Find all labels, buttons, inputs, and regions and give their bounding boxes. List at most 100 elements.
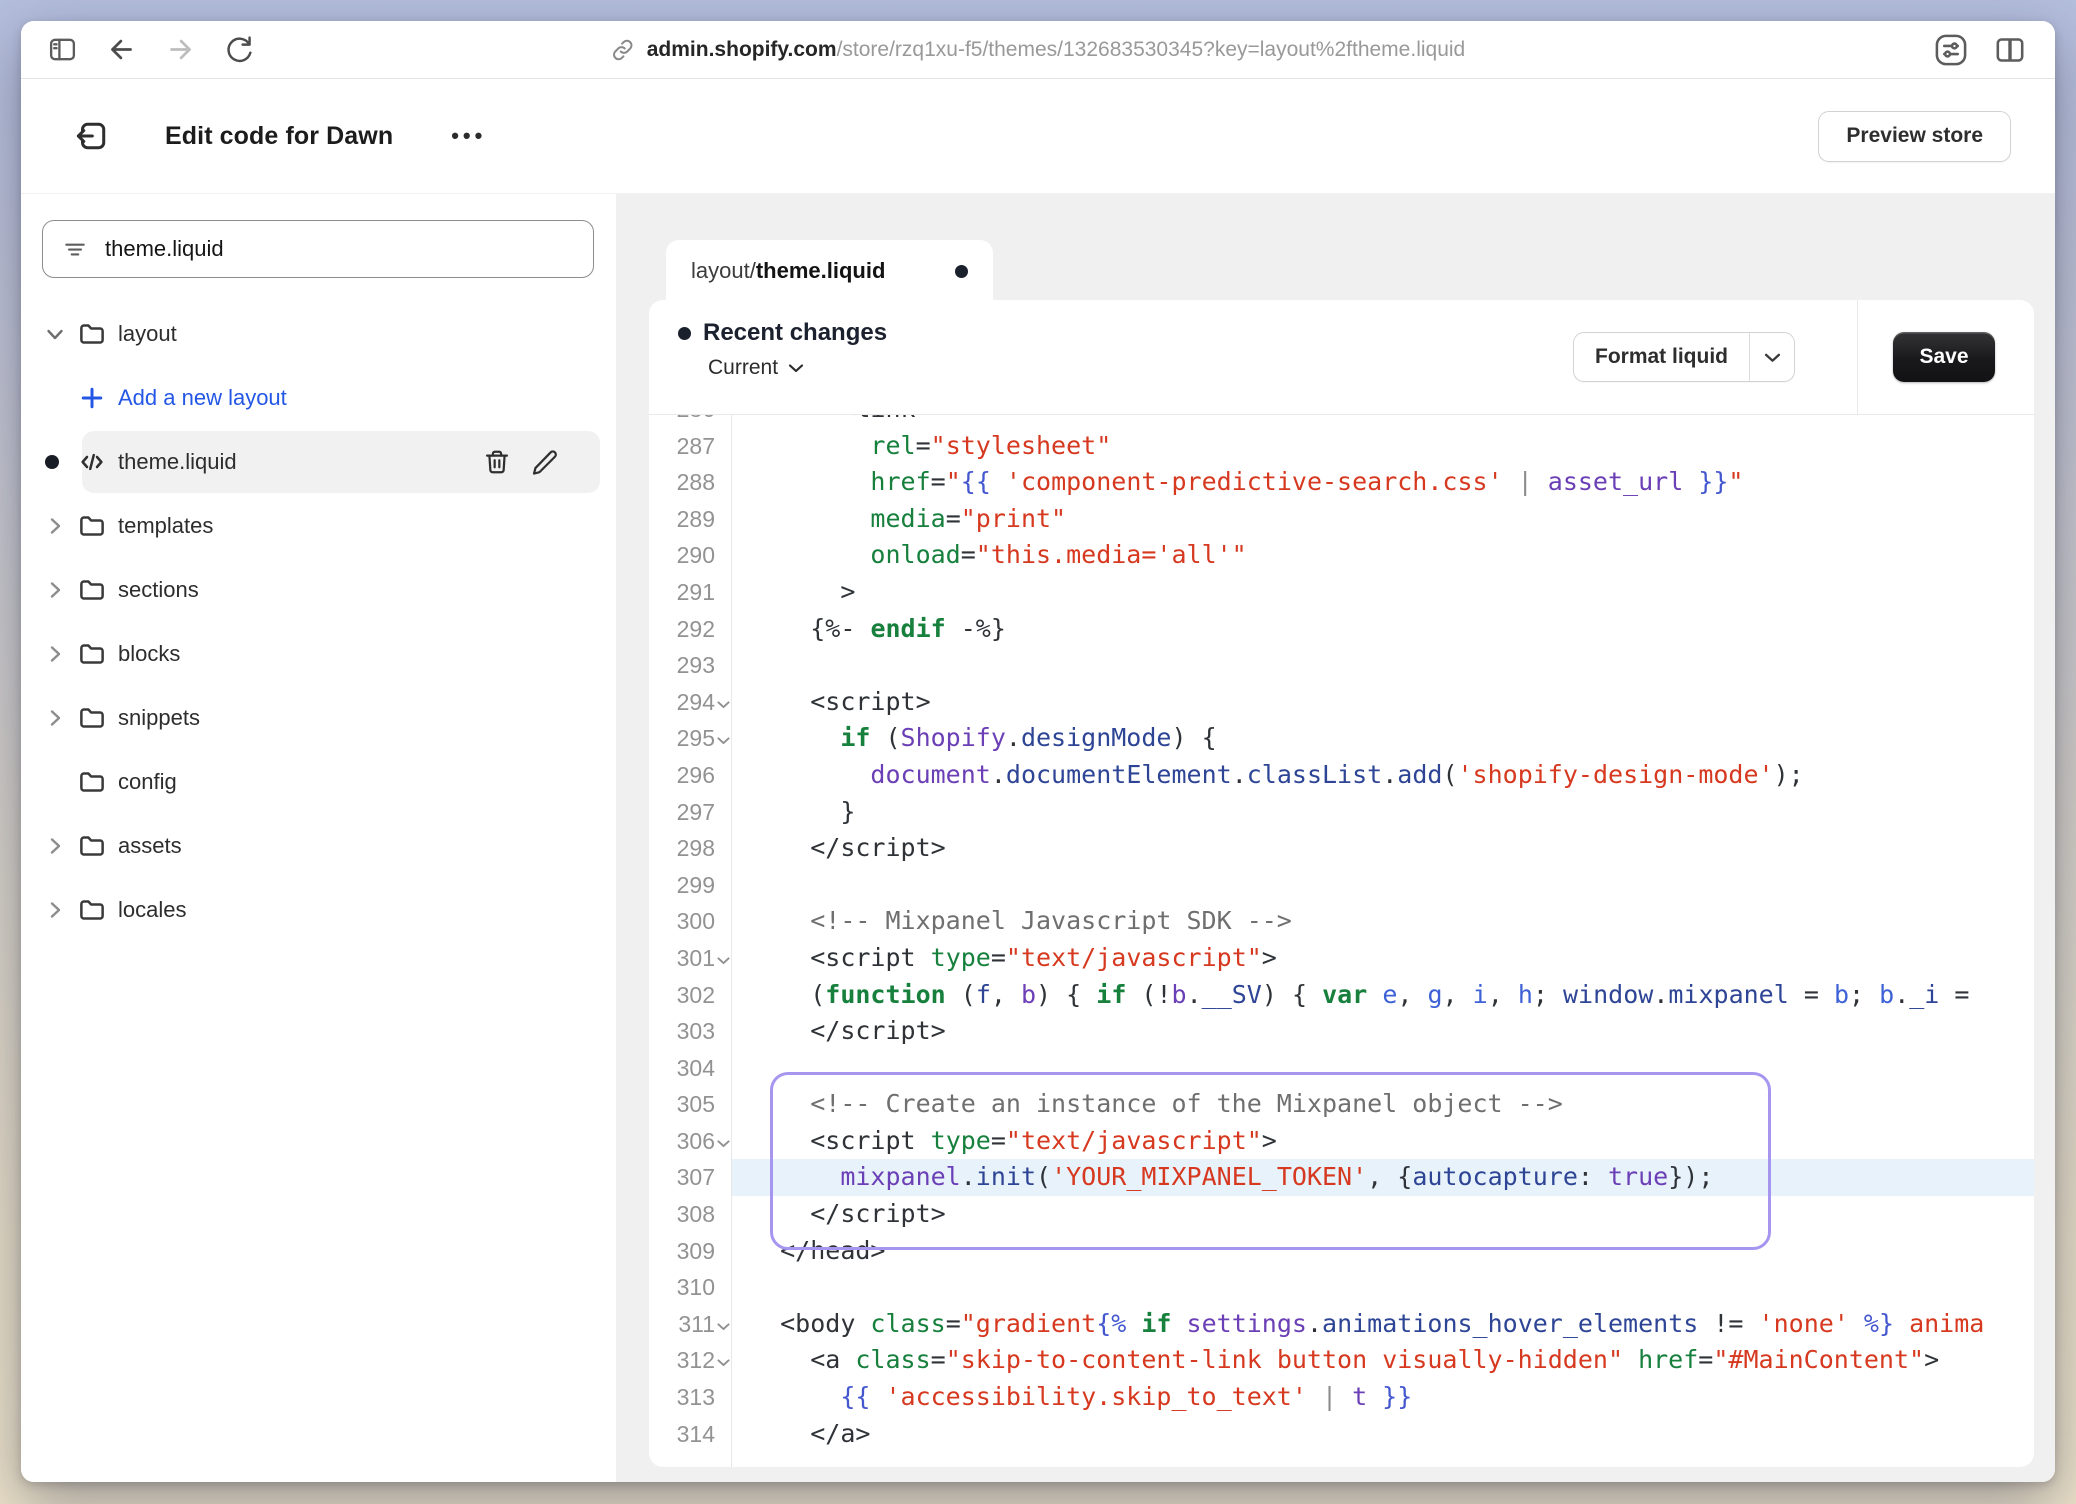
code-line[interactable]: 289 media="print" xyxy=(649,501,2034,538)
code-line-text[interactable]: <!-- Create an instance of the Mixpanel … xyxy=(731,1086,2034,1123)
code-line[interactable]: 297 } xyxy=(649,794,2034,831)
code-line-text[interactable]: href="{{ 'component-predictive-search.cs… xyxy=(731,464,2034,501)
sliders-icon[interactable] xyxy=(1933,32,1969,68)
sidebar-item-add-a-new-layout[interactable]: Add a new layout xyxy=(21,366,616,430)
code-line-text[interactable]: <a class="skip-to-content-link button vi… xyxy=(731,1342,2034,1379)
sidebar-item-sections[interactable]: sections xyxy=(21,558,616,622)
sidebar-item-layout[interactable]: layout xyxy=(21,302,616,366)
code-line[interactable]: 290 onload="this.media='all'" xyxy=(649,537,2034,574)
code-line[interactable]: 299 xyxy=(649,867,2034,904)
code-line-text[interactable]: </a> xyxy=(731,1416,2034,1453)
reload-icon[interactable] xyxy=(224,34,255,65)
code-line[interactable]: 313 {{ 'accessibility.skip_to_text' | t … xyxy=(649,1379,2034,1416)
fold-toggle-icon[interactable] xyxy=(716,736,731,746)
exit-code-editor-button[interactable] xyxy=(73,116,113,156)
code-line[interactable]: 308 </script> xyxy=(649,1196,2034,1233)
code-line[interactable]: 304 xyxy=(649,1050,2034,1087)
save-button[interactable]: Save xyxy=(1893,332,1995,382)
sidebar-item-snippets[interactable]: snippets xyxy=(21,686,616,750)
code-editor[interactable]: 286 <link287 rel="stylesheet"288 href="{… xyxy=(649,415,2034,1467)
code-line[interactable]: 305 <!-- Create an instance of the Mixpa… xyxy=(649,1086,2034,1123)
format-liquid-button[interactable]: Format liquid xyxy=(1574,333,1749,381)
code-line-text[interactable]: {{ 'accessibility.skip_to_text' | t }} xyxy=(731,1379,2034,1416)
code-line-text[interactable]: </head> xyxy=(731,1233,2034,1270)
code-line[interactable]: 310 xyxy=(649,1269,2034,1306)
code-line[interactable]: 309 </head> xyxy=(649,1233,2034,1270)
back-icon[interactable] xyxy=(106,34,137,65)
split-view-icon[interactable] xyxy=(1993,33,2027,67)
chevron-down-icon[interactable] xyxy=(43,322,67,346)
code-line-text[interactable]: </script> xyxy=(731,830,2034,867)
code-line[interactable]: 286 <link xyxy=(649,415,2034,428)
code-line-text[interactable]: </script> xyxy=(731,1196,2034,1233)
code-line-text[interactable] xyxy=(731,1050,2034,1087)
code-line[interactable]: 314 </a> xyxy=(649,1416,2034,1453)
tab-layout-theme-liquid[interactable]: layout/theme.liquid xyxy=(666,240,993,302)
code-line[interactable]: 295 if (Shopify.designMode) { xyxy=(649,720,2034,757)
code-line-text[interactable]: <!-- Mixpanel Javascript SDK --> xyxy=(731,903,2034,940)
code-line[interactable]: 296 document.documentElement.classList.a… xyxy=(649,757,2034,794)
code-line[interactable]: 288 href="{{ 'component-predictive-searc… xyxy=(649,464,2034,501)
code-line[interactable]: 291 > xyxy=(649,574,2034,611)
chevron-right-icon[interactable] xyxy=(43,514,67,538)
chevron-right-icon[interactable] xyxy=(43,834,67,858)
code-line-text[interactable]: media="print" xyxy=(731,501,2034,538)
sidebar-item-templates[interactable]: templates xyxy=(21,494,616,558)
code-line-text[interactable]: <script> xyxy=(731,684,2034,721)
sidebar-item-locales[interactable]: locales xyxy=(21,878,616,942)
file-search-input[interactable] xyxy=(103,235,574,263)
fold-toggle-icon[interactable] xyxy=(716,1139,731,1149)
format-liquid-dropdown[interactable] xyxy=(1750,333,1794,381)
code-line-text[interactable] xyxy=(731,867,2034,904)
code-line-text[interactable]: <script type="text/javascript"> xyxy=(731,1123,2034,1160)
code-line[interactable]: 287 rel="stylesheet" xyxy=(649,428,2034,465)
sidebar-item-config[interactable]: config xyxy=(21,750,616,814)
preview-store-button[interactable]: Preview store xyxy=(1818,111,2011,162)
code-line-text[interactable] xyxy=(731,1269,2034,1306)
code-line[interactable]: 301 <script type="text/javascript"> xyxy=(649,940,2034,977)
address-bar[interactable]: admin.shopify.com/store/rzq1xu-f5/themes… xyxy=(611,38,1465,62)
code-line-text[interactable]: document.documentElement.classList.add('… xyxy=(731,757,2034,794)
code-line-text[interactable]: mixpanel.init('YOUR_MIXPANEL_TOKEN', {au… xyxy=(731,1159,2034,1196)
code-line-text[interactable]: <body class="gradient{% if settings.anim… xyxy=(731,1306,2034,1343)
fold-toggle-icon[interactable] xyxy=(716,1358,731,1368)
code-line[interactable]: 292 {%- endif -%} xyxy=(649,611,2034,648)
delete-file-button[interactable] xyxy=(483,448,511,476)
code-line[interactable]: 307 mixpanel.init('YOUR_MIXPANEL_TOKEN',… xyxy=(649,1159,2034,1196)
sidebar-item-theme-liquid[interactable]: theme.liquid xyxy=(21,430,616,494)
chevron-right-icon[interactable] xyxy=(43,706,67,730)
code-line[interactable]: 300 <!-- Mixpanel Javascript SDK --> xyxy=(649,903,2034,940)
more-actions-button[interactable]: ••• xyxy=(447,119,490,153)
code-line-text[interactable]: (function (f, b) { if (!b.__SV) { var e,… xyxy=(731,977,2034,1014)
code-line[interactable]: 298 </script> xyxy=(649,830,2034,867)
code-line[interactable]: 303 </script> xyxy=(649,1013,2034,1050)
code-line[interactable]: 302 (function (f, b) { if (!b.__SV) { va… xyxy=(649,977,2034,1014)
fold-toggle-icon[interactable] xyxy=(716,1322,731,1332)
sidebar-item-assets[interactable]: assets xyxy=(21,814,616,878)
code-line[interactable]: 311 <body class="gradient{% if settings.… xyxy=(649,1306,2034,1343)
chevron-right-icon[interactable] xyxy=(43,642,67,666)
code-line-text[interactable]: rel="stylesheet" xyxy=(731,428,2034,465)
code-line-text[interactable]: onload="this.media='all'" xyxy=(731,537,2034,574)
file-search-box[interactable] xyxy=(42,220,594,278)
fold-toggle-icon[interactable] xyxy=(716,956,731,966)
version-dropdown[interactable]: Current xyxy=(678,356,887,380)
code-line[interactable]: 294 <script> xyxy=(649,684,2034,721)
fold-toggle-icon[interactable] xyxy=(716,700,731,710)
sidebar-toggle-icon[interactable] xyxy=(47,34,78,65)
code-line[interactable]: 293 xyxy=(649,647,2034,684)
code-line[interactable]: 306 <script type="text/javascript"> xyxy=(649,1123,2034,1160)
code-line-text[interactable]: if (Shopify.designMode) { xyxy=(731,720,2034,757)
sidebar-item-blocks[interactable]: blocks xyxy=(21,622,616,686)
code-line-text[interactable]: <script type="text/javascript"> xyxy=(731,940,2034,977)
code-line-text[interactable]: > xyxy=(731,574,2034,611)
code-line-text[interactable] xyxy=(731,647,2034,684)
chevron-right-icon[interactable] xyxy=(43,898,67,922)
forward-icon[interactable] xyxy=(165,34,196,65)
code-line-text[interactable]: <link xyxy=(731,415,2034,428)
code-line-text[interactable]: {%- endif -%} xyxy=(731,611,2034,648)
code-line[interactable]: 312 <a class="skip-to-content-link butto… xyxy=(649,1342,2034,1379)
chevron-right-icon[interactable] xyxy=(43,578,67,602)
code-line-text[interactable]: } xyxy=(731,794,2034,831)
rename-file-button[interactable] xyxy=(531,448,559,476)
